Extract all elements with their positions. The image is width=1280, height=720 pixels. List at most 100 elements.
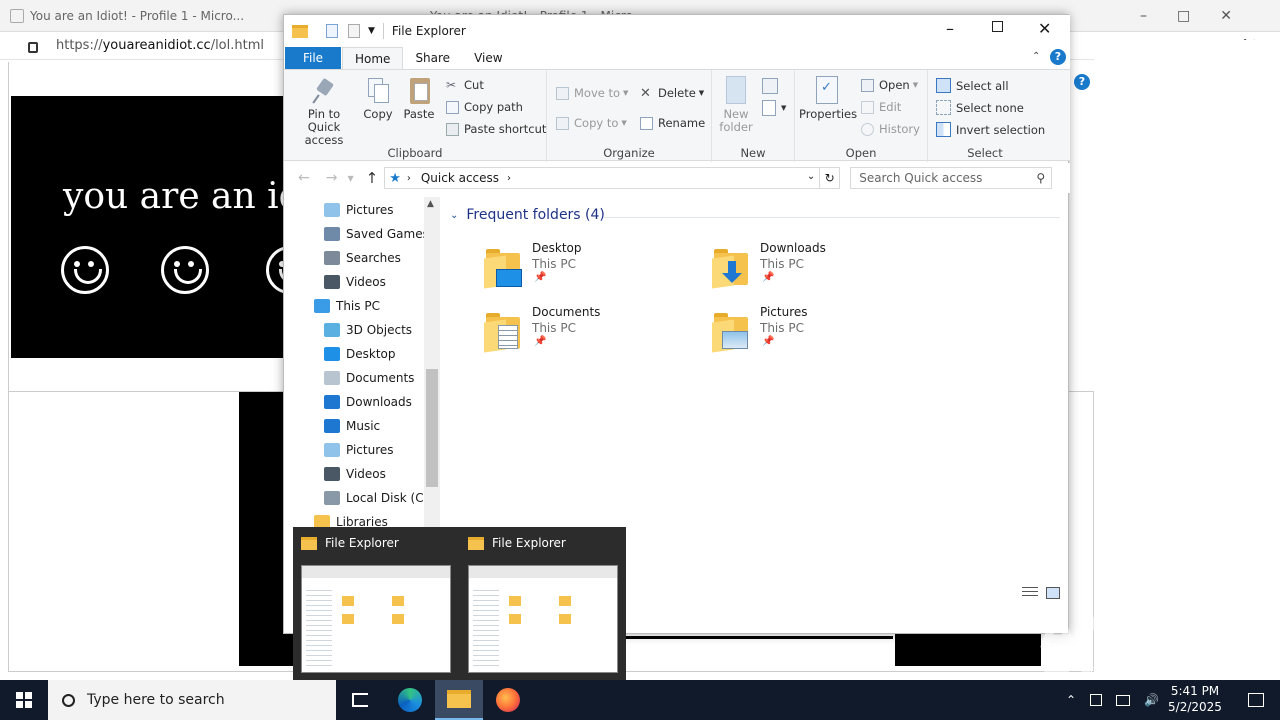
properties-button[interactable]: ✓ Properties	[799, 76, 857, 121]
tree-item[interactable]: Downloads	[324, 390, 412, 414]
pictures-icon	[324, 443, 340, 457]
firefox-button[interactable]	[484, 680, 532, 720]
qat-properties-icon[interactable]	[326, 24, 338, 38]
paste-button[interactable]: Paste	[400, 76, 438, 121]
volume-icon[interactable]: 🔊	[1144, 693, 1159, 707]
qat-new-folder-icon[interactable]	[348, 24, 360, 38]
new-folder-button[interactable]: New folder	[714, 76, 758, 134]
address-field[interactable]: ★ › Quick access › ⌄	[384, 167, 821, 189]
network-icon[interactable]	[1116, 694, 1131, 706]
pin-icon: 📌	[534, 272, 547, 283]
tree-item[interactable]: This PC	[314, 294, 380, 318]
tree-item[interactable]: 3D Objects	[324, 318, 412, 342]
pin-quick-access-button[interactable]: Pin to Quick access	[290, 76, 358, 147]
frequent-folders-header[interactable]: ⌄ Frequent folders (4)	[450, 207, 605, 223]
tab-title: You are an Idiot! - Profile 1 - Micro...	[30, 8, 245, 23]
forward-icon[interactable]: →	[326, 170, 338, 186]
select-none-button[interactable]: Select none	[936, 100, 1024, 115]
tree-item[interactable]: Videos	[324, 270, 386, 294]
qat-dropdown-icon[interactable]: ▼	[368, 26, 375, 36]
title-separator	[382, 23, 384, 39]
preview-thumbnail[interactable]	[301, 565, 451, 673]
tab-file[interactable]: File	[285, 47, 341, 69]
large-icons-view-icon[interactable]	[1046, 587, 1060, 599]
scroll-thumb[interactable]	[426, 369, 438, 487]
url-field[interactable]: https://youareanidiot.cc/lol.html	[56, 38, 264, 53]
tree-item[interactable]: Documents	[324, 366, 414, 390]
history-button[interactable]: History	[861, 122, 920, 136]
help-icon[interactable]: ?	[1050, 49, 1066, 65]
preview-card-2[interactable]: File Explorer	[460, 527, 627, 680]
folder-icon	[447, 690, 471, 708]
minimize-icon[interactable]: –	[946, 19, 954, 38]
tree-item[interactable]: Searches	[324, 246, 401, 270]
refresh-button[interactable]: ↻	[820, 167, 841, 189]
close-icon[interactable]: ✕	[1038, 19, 1051, 38]
start-button[interactable]	[0, 680, 48, 720]
tab-view[interactable]: View	[462, 47, 514, 69]
move-to-button[interactable]: Move to ▼	[556, 86, 628, 100]
tree-item[interactable]: Saved Games	[324, 222, 429, 246]
edge-button[interactable]	[386, 680, 434, 720]
cut-button[interactable]: ✂ Cut	[446, 78, 484, 92]
search-box[interactable]: Search Quick access ⚲	[850, 167, 1053, 189]
breadcrumb[interactable]: Quick access	[421, 171, 499, 185]
preview-title: File Explorer	[325, 536, 399, 550]
paste-shortcut-button[interactable]: Paste shortcut	[446, 122, 546, 136]
paste-label: Paste	[403, 107, 435, 121]
up-icon[interactable]: ↑	[366, 169, 379, 187]
open-button[interactable]: Open ▼	[861, 78, 918, 92]
tab-share[interactable]: Share	[403, 47, 462, 69]
recent-locations-icon[interactable]: ▼	[347, 174, 353, 183]
close-icon[interactable]: ✕	[1220, 8, 1232, 24]
select-group-label: Select	[967, 146, 1003, 160]
rename-button[interactable]: Rename	[640, 116, 705, 130]
file-explorer-taskbar-button[interactable]	[435, 680, 483, 720]
folder-tile-downloads[interactable]: Downloads This PC 📌	[712, 241, 932, 297]
task-view-button[interactable]	[336, 680, 384, 720]
tree-item[interactable]: Desktop	[324, 342, 396, 366]
search-icon	[324, 251, 340, 265]
tree-item[interactable]: Pictures	[324, 198, 394, 222]
downloads-icon	[324, 395, 340, 409]
chevron-up-icon[interactable]: ⌃	[1066, 693, 1076, 707]
scroll-up-icon[interactable]: ▲	[427, 199, 434, 209]
tree-item[interactable]: Local Disk (C:)	[324, 486, 432, 510]
tree-item[interactable]: Videos	[324, 462, 386, 486]
copy-button[interactable]: Copy	[360, 76, 396, 121]
new-item-button[interactable]	[762, 78, 783, 94]
action-center-button[interactable]	[1232, 680, 1280, 720]
tree-item-label: Desktop	[346, 347, 396, 361]
maximize-icon[interactable]	[992, 21, 1003, 32]
tree-item[interactable]: Music	[324, 414, 380, 438]
back-icon[interactable]: ←	[298, 170, 310, 186]
folder-tile-pictures[interactable]: Pictures This PC 📌	[712, 305, 932, 361]
select-all-button[interactable]: Select all	[936, 78, 1009, 93]
copy-to-button[interactable]: Copy to ▼	[556, 116, 627, 130]
preview-card-1[interactable]: File Explorer	[293, 527, 460, 680]
copy-icon	[365, 76, 391, 104]
taskbar-search-input[interactable]: Type here to search	[87, 692, 225, 708]
delete-button[interactable]: ✕ Delete ▼	[640, 86, 704, 100]
help-icon[interactable]: ?	[1074, 74, 1090, 90]
maximize-icon[interactable]: □	[1177, 8, 1190, 24]
tree-item[interactable]: Pictures	[324, 438, 394, 462]
details-view-icon[interactable]	[1022, 587, 1038, 599]
preview-thumbnail[interactable]	[468, 565, 618, 673]
copy-path-button[interactable]: Copy path	[446, 100, 523, 114]
address-dropdown-icon[interactable]: ⌄	[807, 171, 815, 182]
tab-home[interactable]: Home	[342, 47, 404, 69]
minimize-icon[interactable]: –	[1140, 8, 1147, 24]
collapse-ribbon-icon[interactable]: ⌃	[1032, 51, 1040, 62]
invert-selection-button[interactable]: Invert selection	[936, 122, 1045, 137]
easy-access-button[interactable]: ▼	[762, 100, 786, 116]
edit-button[interactable]: Edit	[861, 100, 901, 114]
network-shield-icon[interactable]	[1090, 694, 1103, 706]
browser-tab[interactable]: You are an Idiot! - Profile 1 - Micro...	[0, 0, 254, 32]
clock[interactable]: 5:41 PM 5/2/2025	[1160, 683, 1230, 715]
lock-icon	[28, 42, 38, 53]
search-input[interactable]: Search Quick access	[859, 171, 982, 185]
taskbar-search[interactable]: Type here to search	[48, 680, 336, 720]
folder-tile-desktop[interactable]: Desktop This PC 📌	[484, 241, 704, 297]
folder-tile-documents[interactable]: Documents This PC 📌	[484, 305, 704, 361]
